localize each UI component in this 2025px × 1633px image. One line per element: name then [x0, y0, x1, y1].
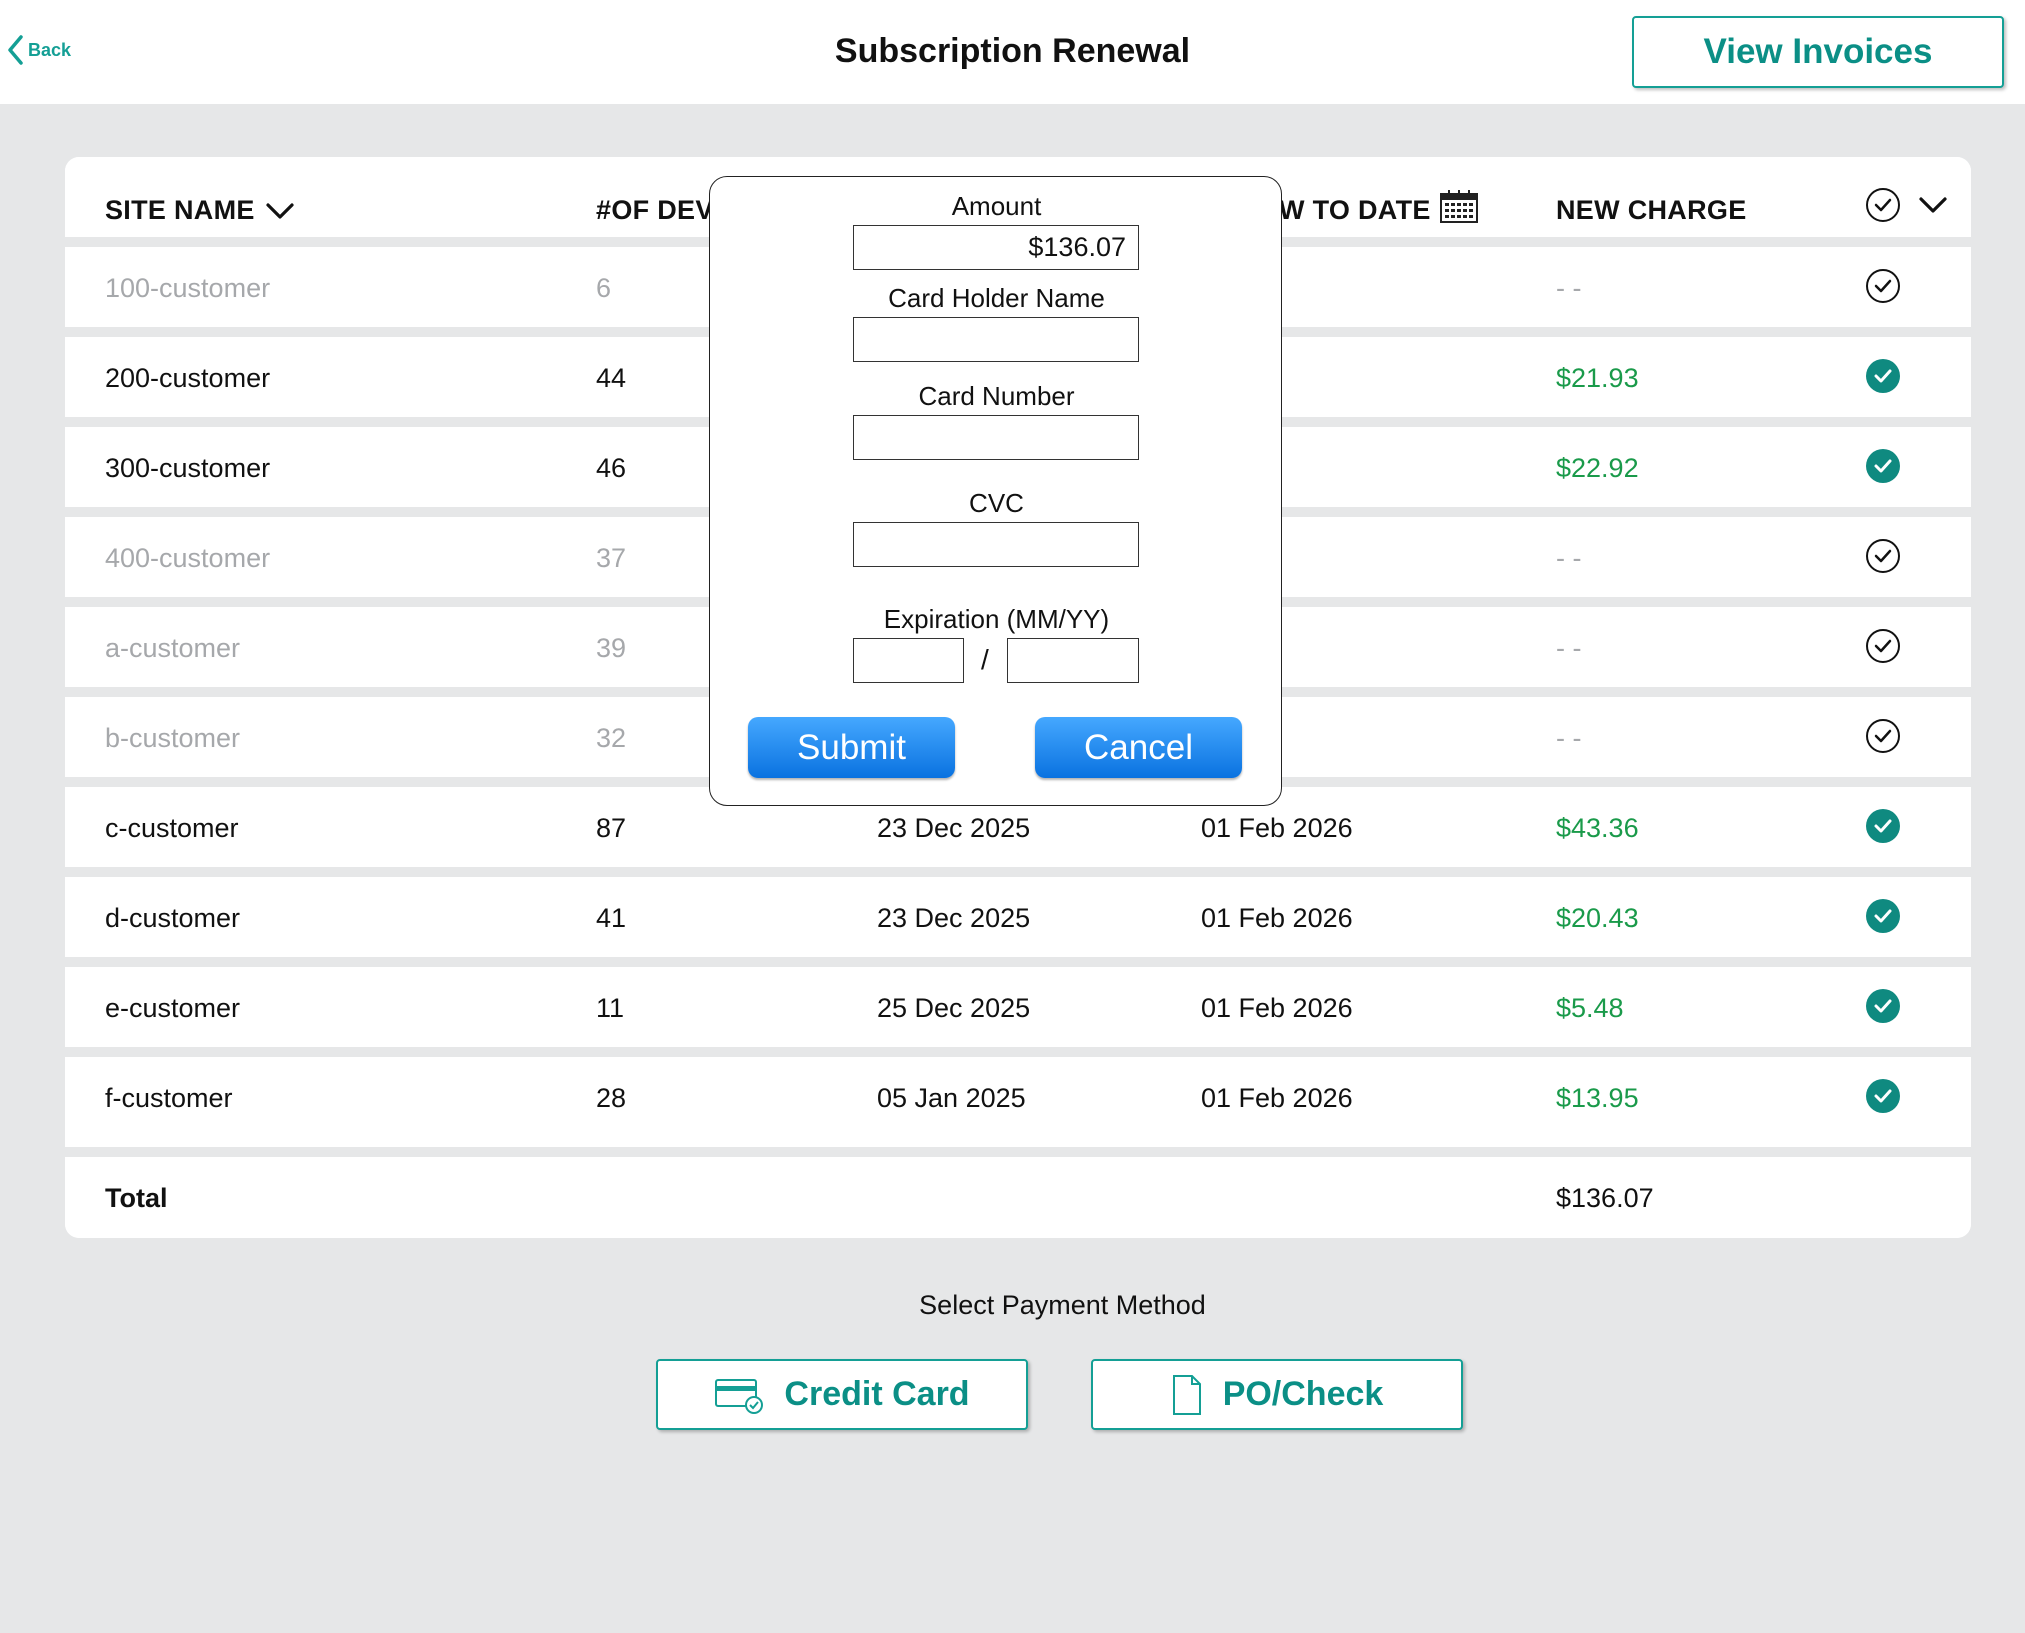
expiration-year-input[interactable]	[1007, 638, 1139, 683]
select-all-check-icon[interactable]	[1865, 187, 1901, 223]
new-charge-cell: $20.43	[1556, 903, 1639, 933]
renew-from-date-cell: 23 Dec 2025	[877, 813, 1031, 843]
card-number-input[interactable]	[853, 415, 1139, 460]
site-name-cell: 100-customer	[105, 273, 271, 303]
site-name-cell: e-customer	[105, 993, 241, 1023]
chevron-down-icon	[266, 202, 294, 219]
unchecked-circle-icon[interactable]	[1865, 718, 1901, 754]
cvc-label: CVC	[969, 488, 1024, 518]
device-count-cell: 32	[596, 723, 627, 753]
credit-card-button[interactable]: Credit Card	[656, 1359, 1028, 1430]
credit-card-label: Credit Card	[784, 1375, 970, 1413]
expiration-month-input[interactable]	[853, 638, 964, 683]
renew-from-date-cell: 23 Dec 2025	[877, 903, 1031, 933]
calendar-icon[interactable]	[1439, 188, 1479, 224]
renew-to-date-cell: 01 Feb 2026	[1201, 993, 1353, 1023]
card-number-label: Card Number	[918, 381, 1075, 411]
total-label: Total	[105, 1183, 168, 1213]
checked-circle-icon[interactable]	[1865, 448, 1901, 484]
amount-input[interactable]	[853, 225, 1139, 270]
new-charge-cell: - -	[1556, 273, 1582, 303]
renew-from-date-cell: 25 Dec 2025	[877, 993, 1031, 1023]
device-count-cell: 87	[596, 813, 627, 843]
top-bar: Back Subscription Renewal View Invoices	[0, 0, 2025, 104]
new-charge-cell: - -	[1556, 723, 1582, 753]
device-count-cell: 46	[596, 453, 627, 483]
site-name-cell: c-customer	[105, 813, 239, 843]
credit-card-payment-dialog: Amount Card Holder Name Card Number CVC …	[709, 176, 1282, 806]
new-charge-cell: $5.48	[1556, 993, 1624, 1023]
device-count-cell: 39	[596, 633, 627, 663]
view-invoices-button[interactable]: View Invoices	[1632, 16, 2004, 88]
site-name-cell: d-customer	[105, 903, 241, 933]
site-name-cell: b-customer	[105, 723, 241, 753]
table-row[interactable]: d-customer 41 23 Dec 2025 01 Feb 2026 $20.43	[65, 867, 1971, 947]
unchecked-circle-icon[interactable]	[1865, 268, 1901, 304]
site-name-cell: f-customer	[105, 1083, 233, 1113]
column-header-renew-to-date[interactable]: W TO DATE	[1279, 189, 1479, 226]
unchecked-circle-icon[interactable]	[1865, 538, 1901, 574]
checked-circle-icon[interactable]	[1865, 358, 1901, 394]
device-count-cell: 41	[596, 903, 627, 933]
total-value: $136.07	[1556, 1183, 1654, 1213]
checked-circle-icon[interactable]	[1865, 898, 1901, 934]
column-header-devices[interactable]: #OF DEV	[596, 195, 714, 226]
device-count-cell: 28	[596, 1083, 627, 1113]
renew-to-date-cell: 01 Feb 2026	[1201, 1083, 1353, 1113]
expiration-separator: /	[981, 644, 989, 675]
new-charge-cell: $13.95	[1556, 1083, 1639, 1113]
table-row[interactable]: f-customer 28 05 Jan 2025 01 Feb 2026 $13.95	[65, 1047, 1971, 1127]
expiration-label: Expiration (MM/YY)	[883, 604, 1110, 634]
card-holder-name-input[interactable]	[853, 317, 1139, 362]
credit-card-icon	[715, 1378, 764, 1414]
cancel-button[interactable]: Cancel	[1035, 717, 1242, 778]
site-name-cell: 200-customer	[105, 363, 271, 393]
amount-label: Amount	[951, 191, 1042, 221]
device-count-cell: 44	[596, 363, 627, 393]
unchecked-circle-icon[interactable]	[1865, 628, 1901, 664]
po-check-button[interactable]: PO/Check	[1091, 1359, 1463, 1430]
device-count-cell: 11	[596, 993, 625, 1023]
cvc-input[interactable]	[853, 522, 1139, 567]
card-holder-name-label: Card Holder Name	[888, 283, 1105, 313]
renew-to-date-cell: 01 Feb 2026	[1201, 903, 1353, 933]
payment-method-label: Select Payment Method	[919, 1290, 1206, 1320]
site-name-cell: a-customer	[105, 633, 241, 663]
new-charge-cell: $21.93	[1556, 363, 1639, 393]
po-check-label: PO/Check	[1222, 1375, 1384, 1413]
device-count-cell: 6	[596, 273, 612, 303]
new-charge-cell: $43.36	[1556, 813, 1639, 843]
new-charge-cell: $22.92	[1556, 453, 1639, 483]
new-charge-cell: - -	[1556, 543, 1582, 573]
new-charge-cell: - -	[1556, 633, 1582, 663]
checked-circle-icon[interactable]	[1865, 1078, 1901, 1114]
checked-circle-icon[interactable]	[1865, 808, 1901, 844]
renew-from-date-cell: 05 Jan 2025	[877, 1083, 1026, 1113]
site-name-cell: 400-customer	[105, 543, 271, 573]
column-header-new-charge[interactable]: NEW CHARGE	[1556, 195, 1747, 226]
submit-button[interactable]: Submit	[748, 717, 955, 778]
column-header-site-name[interactable]: SITE NAME	[105, 195, 295, 226]
site-name-cell: 300-customer	[105, 453, 271, 483]
document-icon	[1172, 1374, 1201, 1415]
table-row[interactable]: e-customer 11 25 Dec 2025 01 Feb 2026 $5.48	[65, 957, 1971, 1037]
total-row: Total $136.07	[65, 1147, 1971, 1238]
chevron-down-icon[interactable]	[1918, 195, 1948, 215]
checked-circle-icon[interactable]	[1865, 988, 1901, 1024]
device-count-cell: 37	[596, 543, 627, 573]
renew-to-date-cell: 01 Feb 2026	[1201, 813, 1353, 843]
